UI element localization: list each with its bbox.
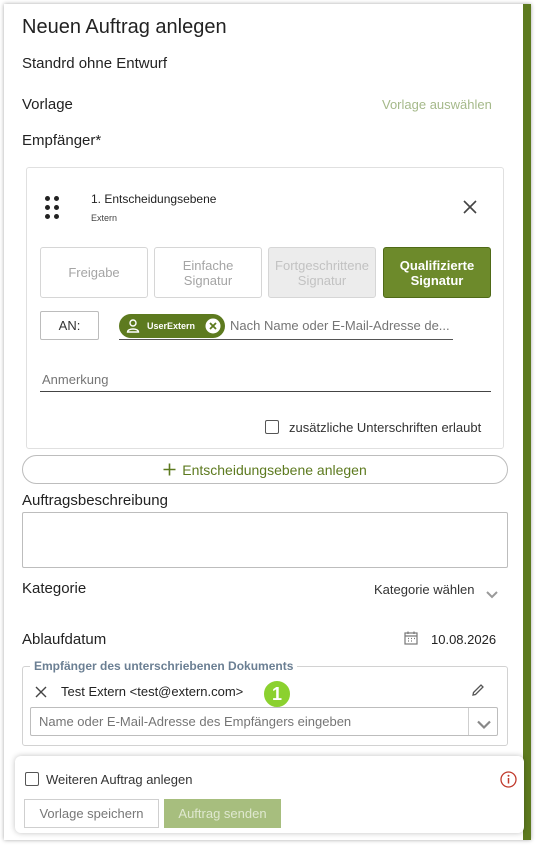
new-order-panel: Neuen Auftrag anlegen Standrd ohne Entwu… [4,4,531,840]
chevron-down-icon[interactable] [477,717,491,730]
add-level-label: Entscheidungsebene anlegen [182,461,367,478]
chevron-down-icon [486,587,498,598]
signature-type-advanced: Fortgeschrittene Signatur [268,247,376,298]
description-label: Auftragsbeschreibung [22,492,168,509]
template-label: Vorlage [22,96,73,113]
additional-signatures-checkbox[interactable] [265,420,279,434]
info-icon[interactable] [500,771,518,789]
calendar-icon[interactable] [404,631,420,646]
signed-doc-recipient-entry: Test Extern <test@extern.com> [61,684,244,699]
remove-circle-icon[interactable] [205,318,221,334]
add-decision-level-button[interactable]: Entscheidungsebene anlegen [22,455,508,484]
signature-type-simple[interactable]: Einfache Signatur [154,247,262,298]
to-button[interactable]: AN: [40,311,99,340]
expiry-date[interactable]: 10.08.2026 [431,632,496,647]
search-underline [119,339,453,340]
category-select-label: Kategorie wählen [374,582,475,597]
pencil-icon[interactable] [471,683,485,697]
another-order-label: Weiteren Auftrag anlegen [46,772,193,787]
page-title: Neuen Auftrag anlegen [22,16,227,38]
signature-type-qualified[interactable]: Qualifizierte Signatur [383,247,491,298]
additional-signatures-label: zusätzliche Unterschriften erlaubt [289,420,482,435]
category-select[interactable]: Kategorie wählen [374,582,498,598]
field-divider [468,708,469,735]
action-footer: Weiteren Auftrag anlegen Vorlage speiche… [15,756,524,833]
plus-icon [163,463,176,476]
send-order-button: Auftrag senden [164,799,281,828]
recipient-chip: UserExtern [119,314,225,338]
step-badge: 1 [262,679,292,709]
recipient-chip-label: UserExtern [147,321,196,331]
recipients-label: Empfänger* [22,132,102,149]
save-template-button[interactable]: Vorlage speichern [24,799,159,828]
expiry-label: Ablaufdatum [22,631,107,648]
note-input[interactable] [40,368,491,390]
decision-level-card: 1. Entscheidungsebene Extern Freigabe Ei… [26,167,504,449]
remove-entry-icon[interactable] [35,685,47,698]
note-underline [40,391,491,392]
decision-level-title: 1. Entscheidungsebene [91,192,217,206]
recipient-search-input[interactable] [228,314,453,336]
close-icon[interactable] [463,200,477,214]
order-subtitle: Standrd ohne Entwurf [22,55,168,72]
signed-doc-recipient-field [30,707,498,736]
drag-handle-icon[interactable] [45,196,61,220]
signature-type-approval[interactable]: Freigabe [40,247,148,298]
accent-bar [523,4,531,840]
another-order-checkbox[interactable] [25,772,39,786]
category-label: Kategorie [22,580,87,597]
select-template-link[interactable]: Vorlage auswählen [382,97,492,112]
decision-level-type: Extern [91,213,118,223]
signed-doc-recipient-input[interactable] [37,711,457,732]
user-icon [125,318,141,334]
signed-document-recipients-legend: Empfänger des unterschriebenen Dokuments [30,659,298,673]
description-textarea[interactable] [22,512,508,568]
